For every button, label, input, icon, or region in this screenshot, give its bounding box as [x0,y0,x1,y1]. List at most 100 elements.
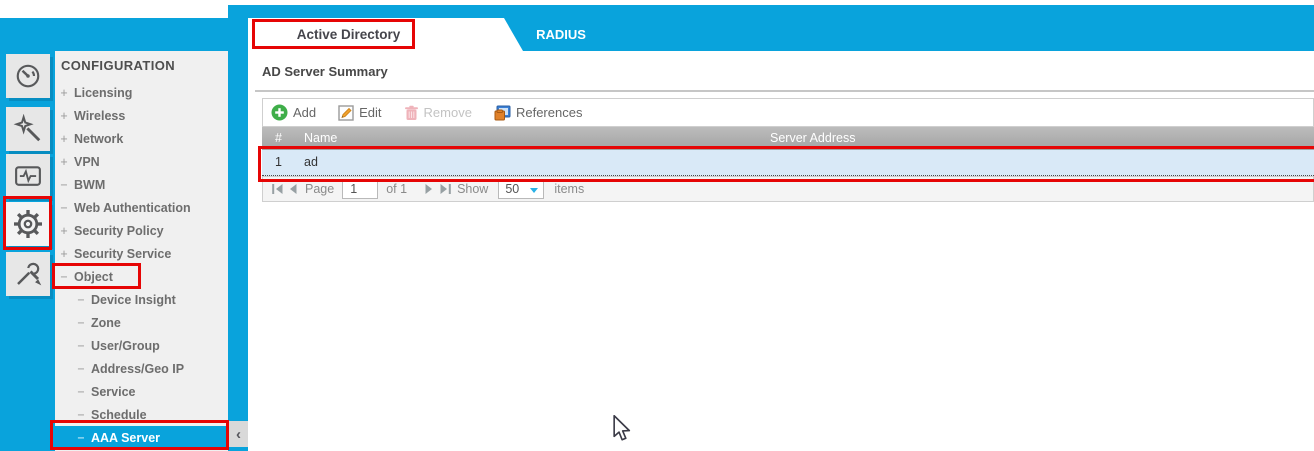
tree-toggle-icon[interactable]: + [58,132,70,146]
show-label: Show [457,182,488,196]
page-count-label: of 1 [386,182,407,196]
sidebar-item-bwm[interactable]: − BWM [55,173,228,196]
column-header-name[interactable]: Name [304,131,337,145]
nav-dashboard-button[interactable] [6,54,50,98]
page-size-select[interactable]: 50 [498,180,544,199]
sidebar-item-network[interactable]: + Network [55,127,228,150]
first-page-button[interactable] [269,181,285,197]
tree-toggle-icon[interactable]: + [58,155,70,169]
edit-button[interactable]: Edit [338,105,381,121]
nav-monitor-button[interactable] [6,154,50,198]
edit-pencil-icon [338,105,354,121]
trash-icon [404,105,419,121]
sidebar-item-service[interactable]: − Service [55,380,228,403]
sidebar-item-label: Address/Geo IP [91,362,184,376]
tree-toggle-icon[interactable]: − [58,201,70,215]
sidebar-item-web-authentication[interactable]: − Web Authentication [55,196,228,219]
sidebar-item-zone[interactable]: − Zone [55,311,228,334]
sidebar-item-label: AAA Server [91,431,160,445]
remove-button[interactable]: Remove [404,105,472,121]
sidebar-item-schedule[interactable]: − Schedule [55,403,228,426]
items-label: items [554,182,584,196]
tree-toggle-icon[interactable]: − [75,293,87,307]
sidebar-item-label: Web Authentication [74,201,191,215]
heading-divider [255,90,1314,92]
sidebar-item-security-policy[interactable]: + Security Policy [55,219,228,242]
tree-toggle-icon[interactable]: + [58,109,70,123]
tree-toggle-icon[interactable]: − [75,339,87,353]
tree-toggle-icon[interactable]: − [75,316,87,330]
config-menu-list: + Licensing + Wireless + Network + VPN −… [55,81,228,449]
page-number-input[interactable] [342,180,378,199]
tree-toggle-icon[interactable]: + [58,224,70,238]
page-title: AD Server Summary [262,64,388,79]
sidebar-item-vpn[interactable]: + VPN [55,150,228,173]
dashboard-gauge-icon [13,61,43,91]
sidebar-item-label: Security Policy [74,224,164,238]
next-page-button[interactable] [421,181,437,197]
chevron-down-icon [530,188,538,193]
tree-toggle-icon[interactable]: + [58,247,70,261]
sidebar-item-address-geo-ip[interactable]: − Address/Geo IP [55,357,228,380]
page-label: Page [305,182,334,196]
tree-toggle-icon[interactable]: − [58,270,70,284]
config-section-title: CONFIGURATION [61,58,175,73]
references-button[interactable]: References [494,105,582,121]
edit-button-label: Edit [359,105,381,120]
row-index-cell: 1 [275,155,282,169]
remove-button-label: Remove [424,105,472,120]
sidebar-item-wireless[interactable]: + Wireless [55,104,228,127]
pagination-bar: Page of 1 Show 50 items [262,176,1314,202]
sidebar-item-security-service[interactable]: + Security Service [55,242,228,265]
references-icon [494,105,511,121]
tree-toggle-icon[interactable]: − [58,178,70,192]
row-name-cell: ad [304,155,318,169]
tab-active-directory-label: Active Directory [266,18,431,51]
table-row-ad-server[interactable]: 1 ad [262,150,1314,176]
configuration-gear-icon [12,208,44,240]
tree-toggle-icon[interactable]: − [75,362,87,376]
zyxel-config-screen: { "colors": { "accent_cyan": "#09a3dc", … [0,0,1314,451]
nav-maintenance-button[interactable] [6,252,50,296]
last-page-button[interactable] [437,181,453,197]
sidebar-item-label: VPN [74,155,100,169]
wizard-wand-icon [13,114,43,144]
previous-page-button[interactable] [285,181,301,197]
sidebar-item-label: Network [74,132,123,146]
sidebar-item-label: Object [74,270,113,284]
tree-toggle-icon[interactable]: − [75,385,87,399]
tree-toggle-icon[interactable]: − [75,408,87,422]
column-header-server-address[interactable]: Server Address [770,131,855,145]
sidebar-item-label: Wireless [74,109,125,123]
table-header-row: # Name Server Address [262,127,1314,150]
nav-configuration-button[interactable] [6,202,50,246]
add-button-label: Add [293,105,316,120]
sidebar-item-licensing[interactable]: + Licensing [55,81,228,104]
sidebar-item-label: Security Service [74,247,171,261]
sidebar-item-device-insight[interactable]: − Device Insight [55,288,228,311]
references-button-label: References [516,105,582,120]
add-button[interactable]: Add [271,104,316,121]
column-header-index[interactable]: # [275,131,282,145]
config-menu-panel: CONFIGURATION + Licensing + Wireless + N… [55,51,228,451]
tree-toggle-icon[interactable]: − [75,431,87,445]
sidebar-item-object[interactable]: − Object [55,265,228,288]
tree-toggle-icon[interactable]: + [58,86,70,100]
sidebar-item-user-group[interactable]: − User/Group [55,334,228,357]
sidebar-item-aaa-server[interactable]: − AAA Server [55,426,228,449]
maintenance-tools-icon [13,259,43,289]
monitor-pulse-icon [13,161,43,191]
sidebar-item-label: Zone [91,316,121,330]
nav-quick-setup-button[interactable] [6,107,50,151]
sidebar-item-label: Schedule [91,408,147,422]
table-toolbar: Add Edit Remove References [262,98,1314,127]
tab-ldap[interactable]: LDAP [440,18,502,51]
sidebar-item-label: BWM [74,178,105,192]
sidebar-item-label: User/Group [91,339,160,353]
sidebar-item-label: Licensing [74,86,132,100]
sidebar-item-label: Service [91,385,135,399]
sidebar-collapse-handle[interactable]: ‹ [229,421,248,447]
tab-radius[interactable]: RADIUS [523,18,599,51]
add-plus-icon [271,104,288,121]
page-size-value: 50 [505,182,519,196]
